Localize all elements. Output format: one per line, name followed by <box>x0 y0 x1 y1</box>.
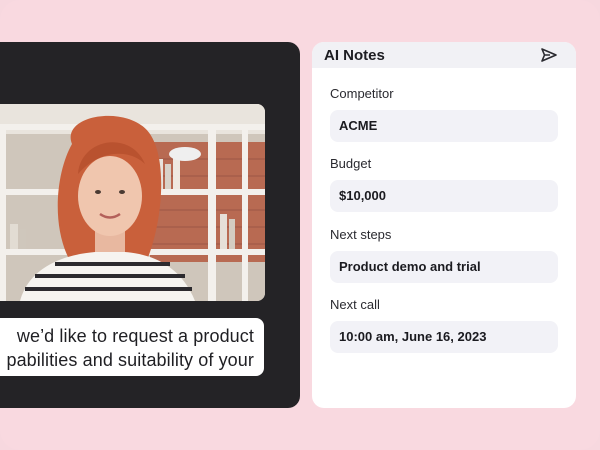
ai-notes-panel: AI Notes Competitor ACME Budget $10,000 … <box>312 42 576 408</box>
field-label: Competitor <box>330 86 394 101</box>
live-caption: we’d like to request a product pabilitie… <box>0 318 264 376</box>
send-icon <box>541 48 557 62</box>
field-value[interactable]: 10:00 am, June 16, 2023 <box>330 321 558 353</box>
field-value[interactable]: $10,000 <box>330 180 558 212</box>
field-label: Next steps <box>330 227 392 242</box>
participant-video[interactable] <box>0 104 265 301</box>
app-canvas: we’d like to request a product pabilitie… <box>0 0 600 450</box>
participant-video-image <box>0 104 265 301</box>
caption-line-2: pabilities and suitability of your <box>6 350 254 370</box>
field-budget: Budget $10,000 <box>330 156 558 212</box>
field-label: Next call <box>330 297 380 312</box>
field-next-call: Next call 10:00 am, June 16, 2023 <box>330 297 558 353</box>
field-competitor: Competitor ACME <box>330 86 558 142</box>
field-label: Budget <box>330 156 372 171</box>
field-value[interactable]: Product demo and trial <box>330 251 558 283</box>
field-value[interactable]: ACME <box>330 110 558 142</box>
caption-line-1: we’d like to request a product <box>16 326 254 346</box>
video-call-panel: we’d like to request a product pabilitie… <box>0 42 300 408</box>
field-next-steps: Next steps Product demo and trial <box>330 227 558 283</box>
notes-title: AI Notes <box>324 47 385 64</box>
notes-header: AI Notes <box>312 42 576 68</box>
send-button[interactable] <box>540 47 558 63</box>
